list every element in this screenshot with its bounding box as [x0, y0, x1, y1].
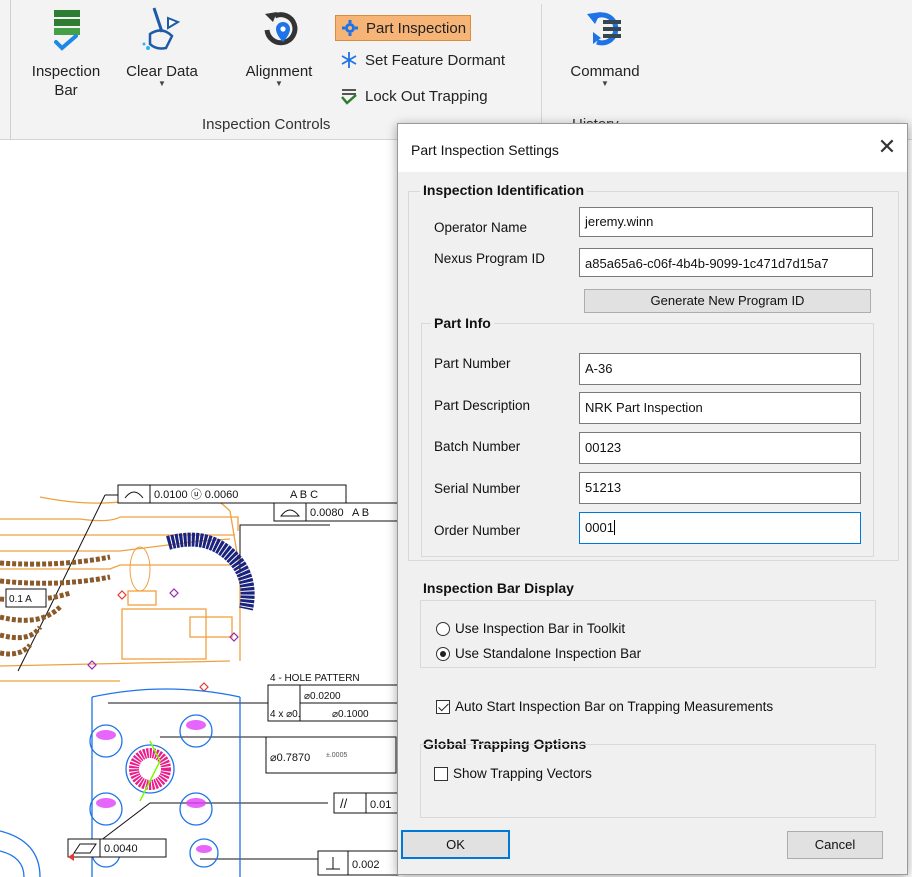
fcf-profile-2-value: 0.0080: [310, 507, 344, 519]
dia-787-callout: ⌀0.7870 ±.0005: [265, 736, 397, 774]
alignment-dropdown-icon[interactable]: ▼: [275, 79, 283, 88]
command-history-icon: [583, 4, 627, 54]
alignment-icon: [257, 4, 301, 54]
generate-program-id-button[interactable]: Generate New Program ID: [584, 289, 871, 313]
hole-pattern-callout: 4 - HOLE PATTERN ⌀0.0200 4 x ⌀0. ⌀0.1000: [267, 673, 399, 722]
auto-start-checkbox[interactable]: [436, 699, 450, 714]
lock-out-trapping-button[interactable]: Lock Out Trapping: [335, 83, 492, 109]
fcf-profile-1-datums: A B C: [290, 489, 318, 501]
serial-number-label: Serial Number: [434, 481, 521, 496]
radio-toolkit-label: Use Inspection Bar in Toolkit: [455, 621, 626, 636]
scan-points-navy: [166, 532, 255, 611]
perpendicularity-fcf: 0.002: [317, 850, 399, 876]
flatness-fcf: 0.0040: [67, 838, 167, 858]
hole-dia-1: ⌀0.0200: [304, 691, 341, 702]
inspection-bar-display-title: Inspection Bar Display: [420, 580, 577, 596]
batch-number-label: Batch Number: [434, 439, 521, 454]
close-icon[interactable]: ✕: [873, 134, 901, 162]
ribbon: Inspection Bar Clear Data ▼ Alignment ▼ …: [0, 0, 912, 140]
show-trapping-vectors-label: Show Trapping Vectors: [453, 766, 592, 781]
clear-data-dropdown-icon[interactable]: ▼: [158, 79, 166, 88]
part-inspection-button[interactable]: Part Inspection: [335, 15, 472, 41]
cancel-button[interactable]: Cancel: [787, 831, 883, 859]
ok-button[interactable]: OK: [401, 830, 510, 859]
fcf-profile-2-datums: A B: [352, 507, 369, 519]
operator-name-label: Operator Name: [434, 220, 528, 235]
command-history-button[interactable]: Command ▼: [562, 4, 648, 114]
inspection-bar-button[interactable]: Inspection Bar: [20, 4, 112, 114]
parallelism-fcf: // 0.01: [333, 792, 399, 814]
nexus-program-id-label: Nexus Program ID: [434, 251, 546, 266]
batch-number-field[interactable]: 00123: [579, 432, 861, 464]
dia-787-text: ⌀0.7870: [270, 752, 310, 764]
hole-dia-2: ⌀0.1000: [332, 709, 369, 720]
inspection-identification-title: Inspection Identification: [420, 182, 588, 198]
snowflake-icon: [339, 50, 359, 70]
text-cursor: [613, 520, 615, 535]
part-inspection-label: Part Inspection: [366, 19, 467, 37]
radio-toolkit-indicator[interactable]: [436, 621, 450, 636]
perpendicularity-value: 0.002: [352, 859, 380, 871]
part-info-title: Part Info: [431, 315, 494, 331]
part-outline-orange: [0, 489, 241, 682]
global-trapping-group: [420, 744, 876, 818]
dia-787-suffix: ±.0005: [326, 752, 347, 759]
fcf-profile-1: 0.0100 ⓤ 0.0060 A B C: [117, 484, 347, 504]
serial-number-field[interactable]: 51213: [579, 472, 861, 504]
auto-start-label: Auto Start Inspection Bar on Trapping Me…: [455, 699, 774, 714]
group-separator: [541, 4, 542, 130]
parallelism-value: 0.01: [370, 799, 391, 811]
fcf-profile-2: 0.0080 A B: [273, 502, 399, 522]
show-trapping-vectors-row[interactable]: Show Trapping Vectors: [434, 766, 592, 781]
part-number-field[interactable]: A-36: [579, 353, 861, 385]
slot-feature: [129, 546, 151, 592]
dialog-titlebar[interactable]: Part Inspection Settings ✕: [398, 124, 907, 172]
inspection-bar-label: Inspection Bar: [31, 63, 101, 99]
order-number-label: Order Number: [434, 523, 521, 538]
auto-start-checkbox-row[interactable]: Auto Start Inspection Bar on Trapping Me…: [436, 699, 773, 714]
part-description-field[interactable]: NRK Part Inspection: [579, 392, 861, 424]
fcf-profile-1-value: 0.0100 ⓤ 0.0060: [154, 488, 238, 501]
order-number-field[interactable]: 0001: [579, 512, 861, 544]
operator-name-field[interactable]: jeremy.winn: [579, 207, 873, 237]
clear-data-button[interactable]: Clear Data ▼: [122, 4, 202, 114]
flatness-value: 0.0040: [104, 843, 138, 855]
part-description-label: Part Description: [434, 398, 531, 413]
dialog-title: Part Inspection Settings: [411, 142, 559, 158]
svg-text://: //: [340, 796, 348, 811]
set-feature-dormant-button[interactable]: Set Feature Dormant: [335, 47, 509, 73]
command-dropdown-icon[interactable]: ▼: [601, 79, 609, 88]
nexus-program-id-field[interactable]: a85a65a6-c06f-4b4b-9099-1c471d7d15a7: [579, 248, 873, 277]
fcf-left-value: 0.1 A: [9, 594, 32, 605]
feature-markers: [87, 588, 239, 692]
show-trapping-vectors-checkbox[interactable]: [434, 766, 448, 781]
hole-pattern-text: 4 - HOLE PATTERN: [270, 673, 360, 684]
lock-out-trapping-label: Lock Out Trapping: [365, 87, 488, 105]
set-feature-dormant-label: Set Feature Dormant: [365, 51, 506, 69]
part-number-label: Part Number: [434, 356, 511, 371]
lock-out-trapping-icon: [339, 86, 359, 106]
radio-use-toolkit[interactable]: Use Inspection Bar in Toolkit: [436, 621, 625, 636]
ribbon-edge: [10, 0, 11, 140]
radio-standalone-label: Use Standalone Inspection Bar: [455, 646, 642, 661]
inspection-bar-icon: [44, 4, 88, 54]
broom-icon: [140, 4, 184, 54]
radio-standalone-indicator[interactable]: [436, 646, 450, 661]
gear-icon: [340, 18, 360, 38]
radio-use-standalone[interactable]: Use Standalone Inspection Bar: [436, 646, 641, 661]
part-inspection-settings-dialog: Part Inspection Settings ✕ Inspection Id…: [397, 123, 908, 875]
order-number-value: 0001: [585, 520, 614, 535]
hole-count: 4 x ⌀0.: [270, 709, 300, 720]
inspection-controls-group-label: Inspection Controls: [202, 116, 331, 133]
alignment-button[interactable]: Alignment ▼: [238, 4, 320, 114]
